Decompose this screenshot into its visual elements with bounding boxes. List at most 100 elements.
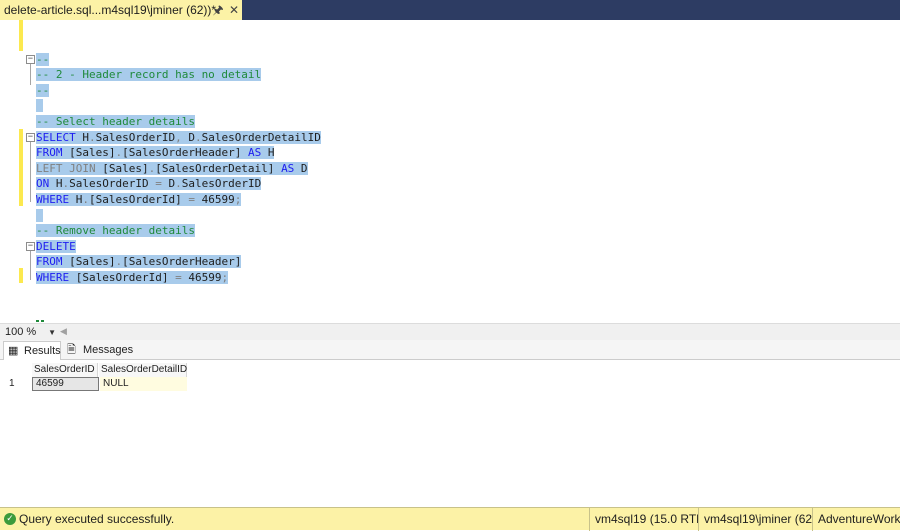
code-token: -- Remove header details [36, 224, 195, 238]
selected-text [36, 99, 43, 113]
code-token: AS [281, 161, 295, 175]
code-token: [Sales] [62, 146, 116, 160]
code-token: ; [234, 192, 242, 206]
code-token: H [49, 177, 63, 191]
scroll-left-icon[interactable]: ◀ [60, 325, 67, 340]
code-token: SalesOrderID [181, 177, 262, 191]
pin-icon[interactable]: 🖈 [211, 0, 225, 20]
code-token: [SalesOrderDetail] [155, 161, 282, 175]
code-token: . [82, 192, 89, 206]
code-line[interactable]: -- [36, 83, 50, 99]
code-token: FROM [36, 255, 63, 269]
code-line[interactable]: ON H.SalesOrderID = D.SalesOrderID [36, 176, 262, 192]
code-token: = [188, 192, 195, 206]
code-token: 46599 [194, 192, 235, 206]
document-tab[interactable]: delete-article.sql...m4sql19\jminer (62)… [0, 0, 242, 20]
tab-messages-label: Messages [83, 344, 134, 356]
selected-text: FROM [Sales].[SalesOrderHeader] [36, 255, 242, 269]
code-line[interactable]: -- Select header details [36, 114, 195, 130]
selected-text: -- 2 - Header record has no detail [36, 68, 262, 82]
status-user: vm4sql19\jminer (62) [698, 508, 812, 531]
code-line[interactable] [36, 98, 43, 114]
code-token: , [175, 130, 182, 144]
code-token: [Sales] [95, 161, 149, 175]
selected-text: WHERE H.[SalesOrderId] = 46599; [36, 192, 242, 206]
code-token: SalesOrderID [95, 130, 176, 144]
code-line[interactable]: SELECT H.SalesOrderID, D.SalesOrderDetai… [36, 130, 321, 146]
code-token: LEFT JOIN [36, 161, 96, 175]
column-header[interactable]: SalesOrderID [32, 363, 98, 377]
code-token: SalesOrderDetailID [201, 130, 321, 144]
results-tab-strip: ▦ Results 🗎 Messages [0, 340, 900, 360]
code-token: . [194, 130, 202, 144]
code-token: H [261, 146, 275, 160]
status-server: vm4sql19 (15.0 RTM) [589, 508, 698, 531]
code-line[interactable]: DELETE [36, 239, 76, 255]
code-token: SalesOrderID [69, 177, 156, 191]
code-token: [Sales] [62, 255, 116, 269]
code-token: -- Select header details [36, 114, 195, 128]
collapse-toggle-icon[interactable]: − [26, 55, 35, 64]
code-token: -- [36, 52, 50, 66]
tab-messages[interactable]: 🗎 Messages [63, 341, 134, 360]
document-tab-title: delete-article.sql...m4sql19\jminer (62)… [4, 3, 217, 17]
code-token: SELECT [36, 130, 76, 144]
messages-icon: 🗎 [67, 344, 76, 356]
code-line[interactable]: -- 2 - Header record has no detail [36, 67, 262, 83]
status-bar: ✓ Query executed successfully. vm4sql19 … [0, 507, 900, 531]
outline-line [30, 62, 31, 85]
code-token: FROM [36, 146, 63, 160]
selected-text: -- Remove header details [36, 224, 195, 238]
zoom-bar: 100 % ▼ ◀ [0, 323, 900, 340]
selected-text: ON H.SalesOrderID = D.SalesOrderID [36, 177, 262, 191]
chevron-down-icon[interactable]: ▼ [48, 325, 56, 340]
code-token: D [161, 177, 176, 191]
code-token: D [294, 161, 308, 175]
code-line[interactable]: LEFT JOIN [Sales].[SalesOrderDetail] AS … [36, 161, 308, 177]
row-number[interactable]: 1 [9, 377, 15, 391]
code-token: . [89, 130, 96, 144]
selected-text: WHERE [SalesOrderId] = 46599; [36, 270, 229, 284]
selected-text: -- [36, 83, 50, 97]
column-header[interactable]: SalesOrderDetailID [99, 363, 187, 377]
zoom-select[interactable]: 100 % ▼ [3, 325, 58, 340]
status-database: AdventureWorks [812, 508, 900, 531]
code-token: . [175, 177, 182, 191]
outline-line [30, 140, 31, 202]
tab-results-label: Results [24, 345, 61, 357]
code-token: ON [36, 177, 50, 191]
outline-line [30, 249, 31, 280]
grid-cell[interactable]: NULL [100, 377, 187, 391]
code-line[interactable] [36, 208, 43, 224]
code-line[interactable]: -- Remove header details [36, 223, 195, 239]
selected-text: -- [36, 52, 50, 66]
code-token: -- 2 - Header record has no detail [36, 68, 262, 82]
code-line[interactable]: WHERE H.[SalesOrderId] = 46599; [36, 192, 242, 208]
grid-cell[interactable]: 46599 [32, 377, 99, 391]
code-token: -- [36, 83, 50, 97]
query-editor[interactable]: − − − -- -- 2 - Header record has no deta… [0, 20, 900, 323]
selected-text [36, 208, 43, 222]
collapse-toggle-icon[interactable]: − [26, 133, 35, 142]
collapse-toggle-icon[interactable]: − [26, 242, 35, 251]
close-icon[interactable]: ✕ [227, 0, 241, 20]
check-circle-icon: ✓ [4, 513, 16, 525]
code-token: [SalesOrderHeader] [122, 255, 242, 269]
selected-text: -- Select header details [36, 114, 195, 128]
change-marker [19, 20, 23, 51]
status-message: Query executed successfully. [19, 512, 175, 526]
results-grid[interactable]: SalesOrderID SalesOrderDetailID 1 46599 … [0, 361, 900, 507]
code-token: [SalesOrderId] [89, 192, 189, 206]
code-line[interactable]: -- [36, 52, 50, 68]
document-tab-strip: delete-article.sql...m4sql19\jminer (62)… [0, 0, 900, 20]
tab-results[interactable]: ▦ Results [3, 341, 61, 360]
code-token: D [181, 130, 195, 144]
selected-text: SELECT H.SalesOrderID, D.SalesOrderDetai… [36, 130, 321, 144]
code-line[interactable]: WHERE [SalesOrderId] = 46599; [36, 270, 229, 286]
selected-text: FROM [Sales].[SalesOrderHeader] AS H [36, 146, 275, 160]
code-line[interactable]: FROM [Sales].[SalesOrderHeader] [36, 254, 242, 270]
code-line[interactable]: FROM [Sales].[SalesOrderHeader] AS H [36, 145, 275, 161]
code-token: H [69, 192, 83, 206]
code-token: [SalesOrderHeader] [122, 146, 248, 160]
grid-icon: ▦ [8, 345, 19, 357]
